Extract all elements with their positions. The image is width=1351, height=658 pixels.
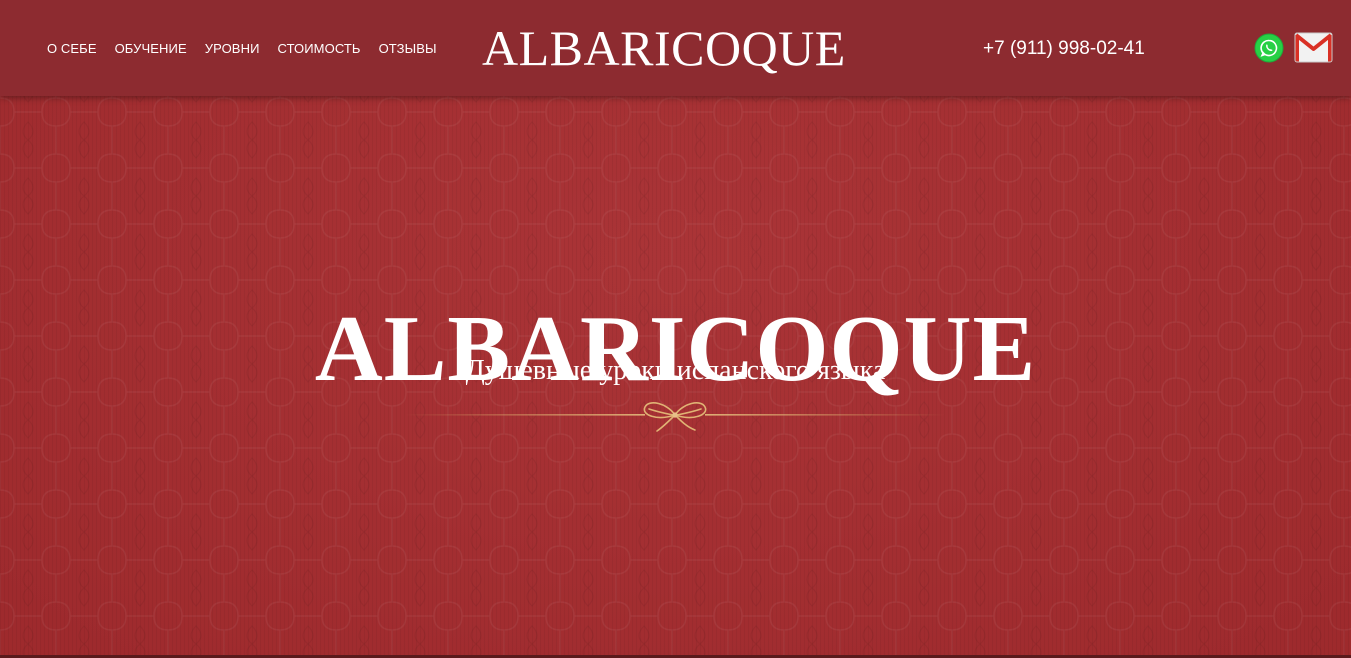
nav-item-training[interactable]: ОБУЧЕНИЕ [115,40,187,58]
page: О СЕБЕ ОБУЧЕНИЕ УРОВНИ СТОИМОСТЬ ОТЗЫВЫ … [0,0,1351,658]
whatsapp-icon[interactable] [1254,33,1284,63]
nav-item-levels[interactable]: УРОВНИ [205,40,260,58]
ribbon-bow-divider [405,402,945,432]
nav-item-about[interactable]: О СЕБЕ [47,40,97,58]
hero-subtitle: Душевные уроки испанского языка [465,355,886,386]
nav-item-pricing[interactable]: СТОИМОСТЬ [278,40,361,58]
nav-item-reviews[interactable]: ОТЗЫВЫ [379,40,437,58]
site-logo[interactable]: ALBARICOQUE [482,22,868,74]
gmail-icon[interactable] [1294,32,1333,63]
site-header: О СЕБЕ ОБУЧЕНИЕ УРОВНИ СТОИМОСТЬ ОТЗЫВЫ … [0,0,1351,96]
phone-number[interactable]: +7 (911) 998-02-41 [983,37,1145,61]
main-nav: О СЕБЕ ОБУЧЕНИЕ УРОВНИ СТОИМОСТЬ ОТЗЫВЫ [47,40,455,58]
